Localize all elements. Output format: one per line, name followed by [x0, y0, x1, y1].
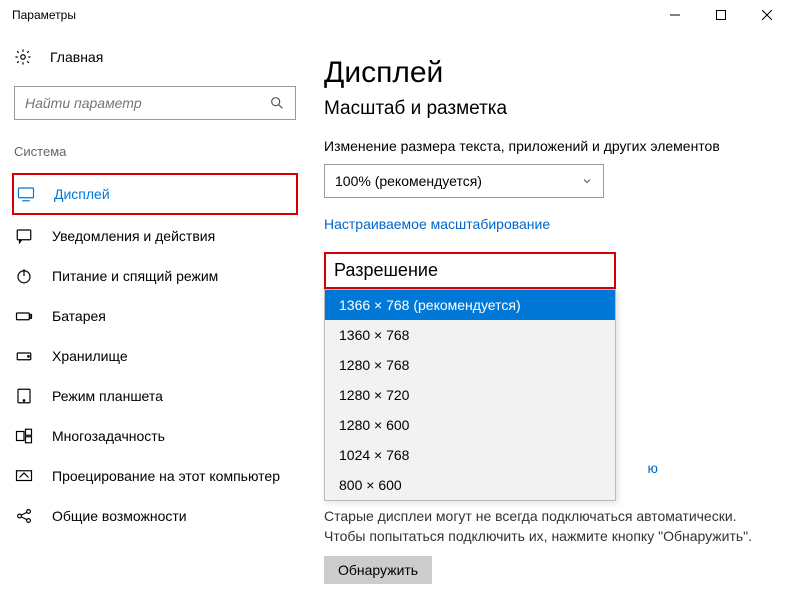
resolution-option[interactable]: 1024 × 768: [325, 440, 615, 470]
category-label: Система: [14, 144, 296, 159]
tablet-icon: [14, 387, 34, 405]
multitask-icon: [14, 427, 34, 445]
old-display-note: Старые дисплеи могут не всегда подключат…: [324, 507, 776, 546]
power-icon: [14, 267, 34, 285]
behind-link-fragment: ю: [648, 460, 659, 476]
resolution-option[interactable]: 1280 × 720: [325, 380, 615, 410]
sidebar-item-label: Батарея: [52, 308, 106, 324]
sidebar-item-label: Режим планшета: [52, 388, 163, 404]
resolution-heading: Разрешение: [324, 252, 616, 289]
custom-scaling-link[interactable]: Настраиваемое масштабирование: [324, 216, 550, 232]
resolution-dropdown[interactable]: 1366 × 768 (рекомендуется) 1360 × 768 12…: [324, 289, 616, 501]
share-icon: [14, 507, 34, 525]
resolution-option[interactable]: 1366 × 768 (рекомендуется): [325, 290, 615, 320]
minimize-button[interactable]: [652, 0, 698, 30]
sidebar-item-tablet[interactable]: Режим планшета: [12, 377, 298, 415]
main-panel: Дисплей Масштаб и разметка Изменение раз…: [310, 30, 790, 615]
project-icon: [14, 467, 34, 485]
scale-select[interactable]: 100% (рекомендуется): [324, 164, 604, 198]
sidebar-item-label: Уведомления и действия: [52, 228, 215, 244]
sidebar-item-label: Питание и спящий режим: [52, 268, 218, 284]
sidebar-item-label: Многозадачность: [52, 428, 165, 444]
monitor-icon: [16, 185, 36, 203]
search-box[interactable]: [14, 86, 296, 120]
battery-icon: [14, 307, 34, 325]
home-button[interactable]: Главная: [14, 48, 296, 66]
resolution-option[interactable]: 1280 × 600: [325, 410, 615, 440]
window-controls: [652, 0, 790, 30]
resolution-option[interactable]: 800 × 600: [325, 470, 615, 500]
resolution-option[interactable]: 1360 × 768: [325, 320, 615, 350]
detect-button[interactable]: Обнаружить: [324, 556, 432, 584]
home-label: Главная: [50, 49, 103, 65]
storage-icon: [14, 347, 34, 365]
sidebar-item-storage[interactable]: Хранилище: [12, 337, 298, 375]
window-title: Параметры: [12, 8, 76, 22]
sidebar-item-label: Дисплей: [54, 186, 110, 202]
scale-label: Изменение размера текста, приложений и д…: [324, 138, 776, 154]
sidebar-item-battery[interactable]: Батарея: [12, 297, 298, 335]
notification-icon: [14, 227, 34, 245]
sidebar-item-label: Хранилище: [52, 348, 128, 364]
sidebar-item-notifications[interactable]: Уведомления и действия: [12, 217, 298, 255]
close-button[interactable]: [744, 0, 790, 30]
resolution-option[interactable]: 1280 × 768: [325, 350, 615, 380]
sidebar: Главная Система Дисплей Уведомления и де…: [0, 30, 310, 615]
gear-icon: [14, 48, 32, 66]
sidebar-item-multitask[interactable]: Многозадачность: [12, 417, 298, 455]
sidebar-item-shared[interactable]: Общие возможности: [12, 497, 298, 535]
search-input[interactable]: [25, 95, 269, 111]
page-title: Дисплей: [324, 56, 776, 90]
sidebar-item-projecting[interactable]: Проецирование на этот компьютер: [12, 457, 298, 495]
sidebar-item-label: Общие возможности: [52, 508, 187, 524]
section-scale-heading: Масштаб и разметка: [324, 98, 776, 120]
scale-value: 100% (рекомендуется): [335, 173, 482, 189]
sidebar-item-display[interactable]: Дисплей: [12, 173, 298, 215]
sidebar-item-label: Проецирование на этот компьютер: [52, 468, 280, 484]
sidebar-item-power[interactable]: Питание и спящий режим: [12, 257, 298, 295]
search-icon: [269, 95, 285, 111]
chevron-down-icon: [581, 175, 593, 187]
maximize-button[interactable]: [698, 0, 744, 30]
titlebar: Параметры: [0, 0, 790, 30]
